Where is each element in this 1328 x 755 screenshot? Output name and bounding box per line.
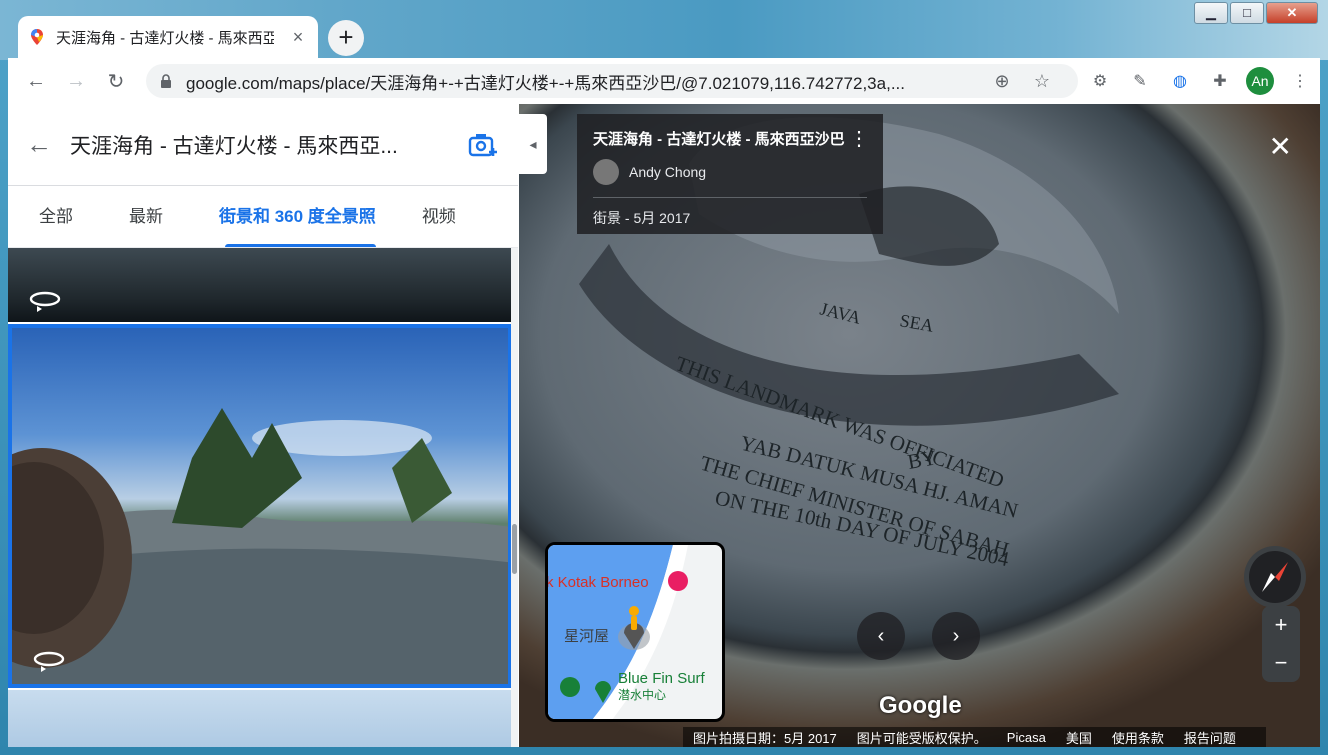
prev-photo-button[interactable]: ‹ (857, 612, 905, 660)
photo-thumbnail[interactable] (8, 690, 512, 747)
zoom-out-button[interactable]: − (1262, 644, 1300, 682)
zoom-controls: + − (1262, 606, 1300, 682)
browser-toolbar: ← → ↻ google.com/maps/place/天涯海角+-+古達灯火楼… (8, 58, 1320, 104)
photo-list (8, 248, 512, 747)
tab-latest[interactable]: 最新 (119, 186, 173, 247)
tab-strip: 天涯海角 - 古達灯火楼 - 馬來西亞沙巴 × + ▁ □ ✕ (0, 0, 1328, 60)
back-icon[interactable]: ← (26, 129, 70, 160)
tab-all[interactable]: 全部 (29, 186, 83, 247)
more-options-icon[interactable]: ⋮ (849, 126, 869, 151)
svg-text:JAVA: JAVA (818, 298, 863, 327)
close-window-button[interactable]: ✕ (1266, 2, 1318, 24)
zoom-in-button[interactable]: + (1262, 606, 1300, 644)
bookmark-star-icon[interactable]: ☆ (1028, 71, 1056, 92)
maps-pin-icon (31, 29, 43, 45)
terms-link[interactable]: 使用条款 (1112, 728, 1164, 747)
photo-thumbnail[interactable] (8, 248, 512, 322)
collapse-panel-button[interactable]: ◂ (519, 114, 547, 174)
address-bar[interactable]: google.com/maps/place/天涯海角+-+古達灯火楼+-+馬來西… (146, 64, 1078, 98)
street-view-pane[interactable]: JAVA SEA THIS LANDMARK WAS OFFICIATED BY… (519, 104, 1320, 747)
minimize-button[interactable]: ▁ (1194, 2, 1228, 24)
extensions-area: ⚙ ✎ ◍ ✚ An ⋮ (1080, 66, 1320, 96)
minimap[interactable]: k Kotak Borneo 星河屋 Blue Fin Surf 潜水中心 (545, 542, 725, 722)
svg-text:BY: BY (906, 445, 939, 474)
puzzle-icon[interactable]: ✚ (1205, 66, 1235, 96)
tab-video[interactable]: 视频 (412, 186, 466, 247)
landscape-photo (12, 408, 508, 684)
capture-date: 图片拍摄日期：5月 2017 (693, 730, 837, 746)
reload-icon[interactable]: ↻ (96, 69, 136, 94)
lock-icon (161, 74, 171, 88)
360-rotate-icon (33, 651, 65, 672)
author-avatar (593, 159, 619, 185)
google-logo: Google (879, 692, 962, 719)
avatar: An (1246, 67, 1274, 95)
attribution-footer: 图片拍摄日期：5月 2017 图片可能受版权保护。 Picasa 美国 使用条款… (683, 727, 1266, 747)
minimap-label-poi-sub: 潜水中心 (618, 687, 666, 702)
add-photo-camera-icon[interactable] (468, 131, 500, 159)
report-link[interactable]: 报告问题 (1184, 728, 1236, 747)
forward-arrow-icon[interactable]: → (56, 70, 96, 93)
back-arrow-icon[interactable]: ← (16, 70, 56, 93)
photo-info-card: 天涯海角 - 古達灯火楼 - 馬來西亞沙巴 ⋮ Andy Chong 街景 - … (577, 114, 883, 234)
divider (593, 197, 867, 198)
sidebar-header: ← 天涯海角 - 古達灯火楼 - 馬來西亞... (8, 104, 518, 186)
minimap-label-hotel: k Kotak Borneo (548, 574, 649, 591)
scrollbar-thumb[interactable] (512, 524, 517, 574)
add-page-icon[interactable]: ⊕ (988, 71, 1016, 92)
minimap-map: k Kotak Borneo 星河屋 Blue Fin Surf 潜水中心 (548, 545, 706, 719)
maximize-button[interactable]: □ (1230, 2, 1264, 24)
browser-window: 天涯海角 - 古達灯火楼 - 馬來西亞沙巴 × + ▁ □ ✕ ← → ↻ go… (0, 0, 1328, 755)
photo-thumbnail-selected[interactable] (8, 324, 512, 688)
new-tab-button[interactable]: + (328, 20, 364, 56)
minimap-label-poi: Blue Fin Surf (618, 670, 706, 687)
tab-close-icon[interactable]: × (288, 27, 308, 48)
extension-gear-icon[interactable]: ⚙ (1085, 66, 1115, 96)
globe-icon[interactable]: ◍ (1165, 66, 1195, 96)
panel-title: 天涯海角 - 古達灯火楼 - 馬來西亞沙巴 (593, 131, 845, 148)
sidebar-scrollbar[interactable] (511, 248, 518, 747)
profile-avatar[interactable]: An (1245, 66, 1275, 96)
browser-tab[interactable]: 天涯海角 - 古達灯火楼 - 馬來西亞沙巴 × (18, 16, 318, 58)
place-title: 天涯海角 - 古達灯火楼 - 馬來西亞... (70, 134, 398, 158)
evernote-icon[interactable]: ✎ (1125, 66, 1155, 96)
page-content: ← 天涯海角 - 古達灯火楼 - 馬來西亞... 全部 最新 街景和 360 度… (8, 104, 1320, 747)
menu-kebab-icon[interactable]: ⋮ (1285, 66, 1315, 96)
window-controls: ▁ □ ✕ (1192, 2, 1318, 26)
photos-sidebar: ← 天涯海角 - 古達灯火楼 - 馬來西亞... 全部 最新 街景和 360 度… (8, 104, 518, 747)
photo-filter-tabs: 全部 最新 街景和 360 度全景照 视频 (8, 186, 518, 248)
url-text: google.com/maps/place/天涯海角+-+古達灯火楼+-+馬來西… (186, 73, 905, 93)
next-photo-button[interactable]: › (932, 612, 980, 660)
author-row[interactable]: Andy Chong (593, 159, 867, 185)
tab-title: 天涯海角 - 古達灯火楼 - 馬來西亞沙巴 (56, 29, 274, 47)
360-rotate-icon (29, 291, 61, 312)
copyright-notice: 图片可能受版权保护。 (856, 730, 987, 746)
picasa-link[interactable]: Picasa (1007, 730, 1046, 745)
minimap-label-place: 星河屋 (564, 628, 609, 645)
author-name[interactable]: Andy Chong (629, 164, 706, 180)
svg-text:SEA: SEA (898, 310, 935, 336)
capture-meta: 街景 - 5月 2017 (593, 210, 691, 226)
tab-streetview-360[interactable]: 街景和 360 度全景照 (209, 186, 386, 247)
region-link[interactable]: 美国 (1066, 728, 1092, 747)
compass-icon[interactable] (1244, 546, 1306, 608)
close-streetview-icon[interactable]: ✕ (1269, 130, 1292, 163)
